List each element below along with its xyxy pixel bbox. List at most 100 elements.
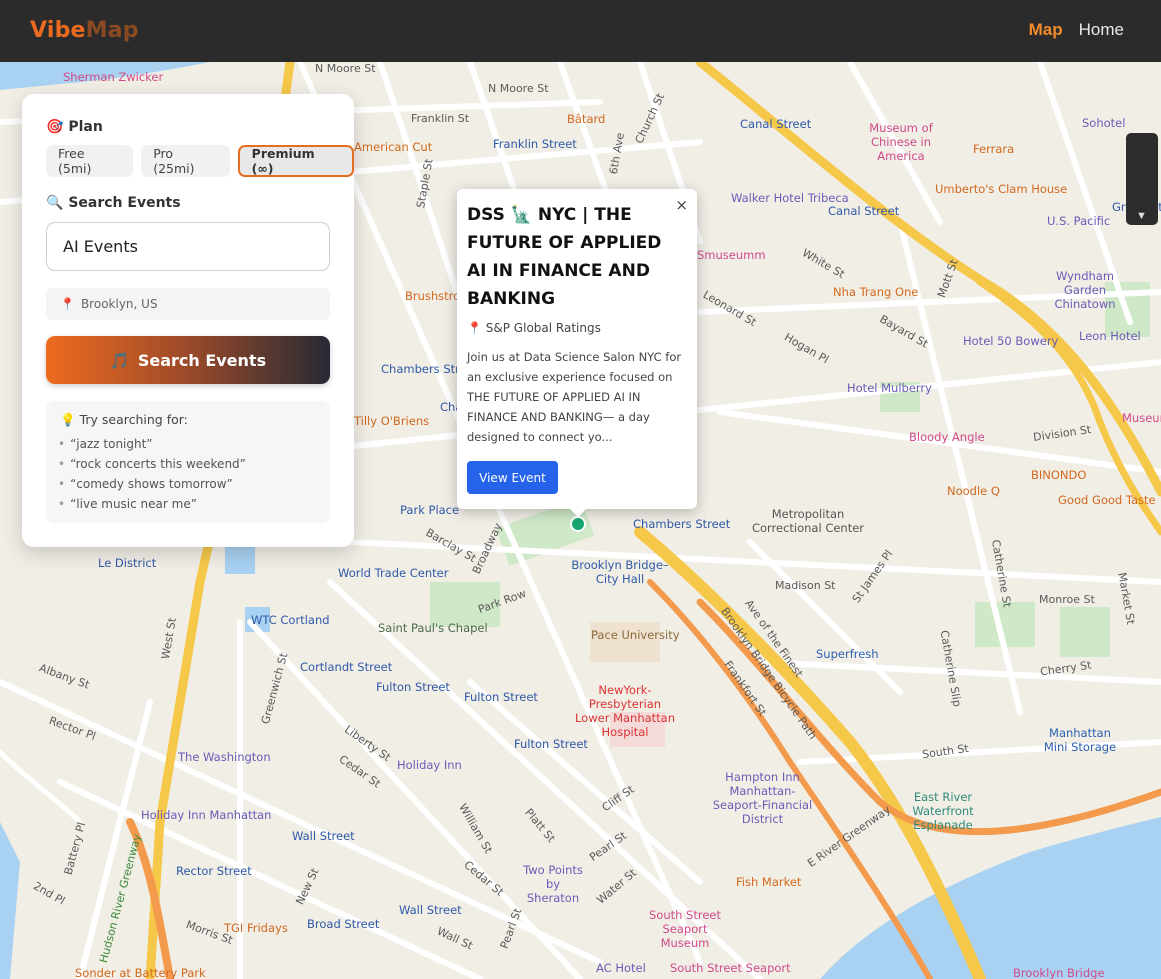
map-label[interactable]: Saint Paul's Chapel [378,621,488,635]
map-label[interactable]: Fulton Street [464,690,538,704]
view-event-button[interactable]: View Event [467,461,558,494]
event-popup: × DSS 🗽 NYC | THE FUTURE OF APPLIED AI I… [457,189,697,517]
map-label[interactable]: Brooklyn Bridge [1013,966,1105,979]
map-label[interactable]: Canal Street [740,117,811,131]
map-label[interactable]: Bâtard [567,112,605,126]
suggestion-item[interactable]: • “rock concerts this weekend” [58,454,246,474]
suggestions-heading: 💡 Try searching for: [60,412,188,428]
map-label[interactable]: Hampton Inn Manhattan-Seaport-Financial … [705,770,820,826]
map-label[interactable]: Museum of Chinese in America [846,121,956,163]
map-label[interactable]: Wall Street [292,829,355,843]
plan-premium-button[interactable]: Premium (∞) [237,145,354,177]
logo-text-map: Map [85,18,139,43]
map-label[interactable]: Broad Street [307,917,379,931]
map-label[interactable]: Wall Street [399,903,462,917]
street-label: Madison St [775,579,836,592]
map-label[interactable]: Rector Street [176,864,252,878]
street-label: Monroe St [1039,593,1095,606]
map-label[interactable]: East River Waterfront Esplanade [888,790,998,832]
map-layer-toggle[interactable]: ▼ [1126,133,1158,225]
map-label[interactable]: TGI Fridays [224,921,288,935]
map-label[interactable]: NewYork-Presbyterian Lower Manhattan Hos… [570,683,680,739]
event-description: Join us at Data Science Salon NYC for an… [467,350,682,444]
search-heading: 🔍 Search Events [46,195,181,211]
map-label[interactable]: Pace University [591,628,680,642]
map-label[interactable]: Museum of Eldridge [1122,411,1161,425]
map-label[interactable]: The Washington [178,750,271,764]
map-label[interactable]: Fulton Street [514,737,588,751]
event-title: DSS 🗽 NYC | THE FUTURE OF APPLIED AI IN … [467,205,662,309]
map-label[interactable]: South Street Seaport [670,961,791,975]
search-input[interactable]: AI Events [46,222,330,271]
map-label[interactable]: Le District [98,556,156,570]
location-field[interactable]: 📍 Brooklyn, US [46,288,330,320]
suggestion-text: “live music near me” [70,497,197,511]
magnifier-icon: 🔍 [46,195,64,211]
map-label[interactable]: American Cut [354,140,432,154]
chevron-down-icon: ▼ [1136,210,1147,222]
map-label[interactable]: Sherman Zwicker [63,70,163,84]
suggestion-text: “jazz tonight” [70,437,153,451]
map-label[interactable]: Sonder at Battery Park [75,966,206,979]
map-label[interactable]: Canal Street [828,204,899,218]
map-label[interactable]: Bloody Angle [909,430,985,444]
map-label[interactable]: Ferrara [973,142,1014,156]
lightbulb-icon: 💡 [60,412,76,427]
map-label[interactable]: Franklin Street [493,137,577,151]
map-label[interactable]: Chambers Street [633,517,730,531]
map-label[interactable]: Holiday Inn [397,758,462,772]
map-label[interactable]: U.S. Pacific [1047,214,1110,228]
map-label[interactable]: Fulton Street [376,680,450,694]
nav-map-link[interactable]: Map [1029,20,1063,40]
nav-links: Map Home [1029,20,1124,40]
map-label[interactable]: Noodle Q [947,484,1000,498]
app-logo[interactable]: VibeMap [30,18,139,43]
map-label[interactable]: South Street Seaport Museum [640,908,730,950]
map-label[interactable]: BINONDO [1031,468,1086,482]
popup-tip [570,509,586,517]
plan-selector: Free (5mi) Pro (25mi) Premium (∞) [46,145,354,177]
map-label[interactable]: Hotel Mulberry [847,381,932,395]
suggestion-item[interactable]: • “live music near me” [58,494,246,514]
map-label[interactable]: Hotel 50 Bowery [963,334,1058,348]
street-label: N Moore St [488,82,549,95]
map-label[interactable]: Umberto's Clam House [935,182,1067,196]
plan-free-button[interactable]: Free (5mi) [46,145,134,177]
map-label[interactable]: Good Good Taste [1058,493,1156,507]
map-label[interactable]: Park Place [400,503,459,517]
plan-pro-button[interactable]: Pro (25mi) [141,145,230,177]
pin-icon: 📍 [60,297,75,311]
music-note-icon: 🎵 [109,350,130,370]
suggestion-text: “comedy shows tomorrow” [70,477,233,491]
nav-home-link[interactable]: Home [1079,20,1124,40]
plan-heading-text: Plan [68,119,103,135]
search-panel: 🎯 Plan Free (5mi) Pro (25mi) Premium (∞)… [22,94,354,547]
event-marker[interactable] [570,516,586,532]
map-label[interactable]: Cortlandt Street [300,660,392,674]
event-venue-text: S&P Global Ratings [485,321,601,335]
map-label[interactable]: Brooklyn Bridge–City Hall [570,558,670,586]
map-label[interactable]: Metropolitan Correctional Center [748,507,868,535]
suggestion-item[interactable]: • “comedy shows tomorrow” [58,474,246,494]
suggestion-text: “rock concerts this weekend” [70,457,246,471]
suggestions-heading-text: Try searching for: [79,412,188,427]
search-events-button[interactable]: 🎵 Search Events [46,336,330,384]
map-label[interactable]: WTC Cortland [251,613,330,627]
map-label[interactable]: Nha Trang One [833,285,918,299]
map-label[interactable]: Holiday Inn Manhattan [141,808,271,822]
map-label[interactable]: Walker Hotel Tribeca [731,191,849,205]
map-label[interactable]: Smuseumm [697,248,766,262]
map-label[interactable]: Fish Market [736,875,801,889]
map-label[interactable]: Two Points by Sheraton [521,863,585,905]
map-label[interactable]: World Trade Center [338,566,448,580]
map-label[interactable]: Leon Hotel [1079,329,1141,343]
suggestion-item[interactable]: • “jazz tonight” [58,434,246,454]
logo-text-vibe: Vibe [30,18,86,43]
map-label[interactable]: Manhattan Mini Storage [1040,726,1120,754]
map-label[interactable]: Superfresh [816,647,879,661]
map-label[interactable]: Tilly O'Briens [354,414,429,428]
map-label[interactable]: AC Hotel [596,961,646,975]
map-label[interactable]: Sohotel [1082,116,1125,130]
target-icon: 🎯 [46,119,64,135]
map-label[interactable]: Wyndham Garden Chinatown [1035,269,1135,311]
